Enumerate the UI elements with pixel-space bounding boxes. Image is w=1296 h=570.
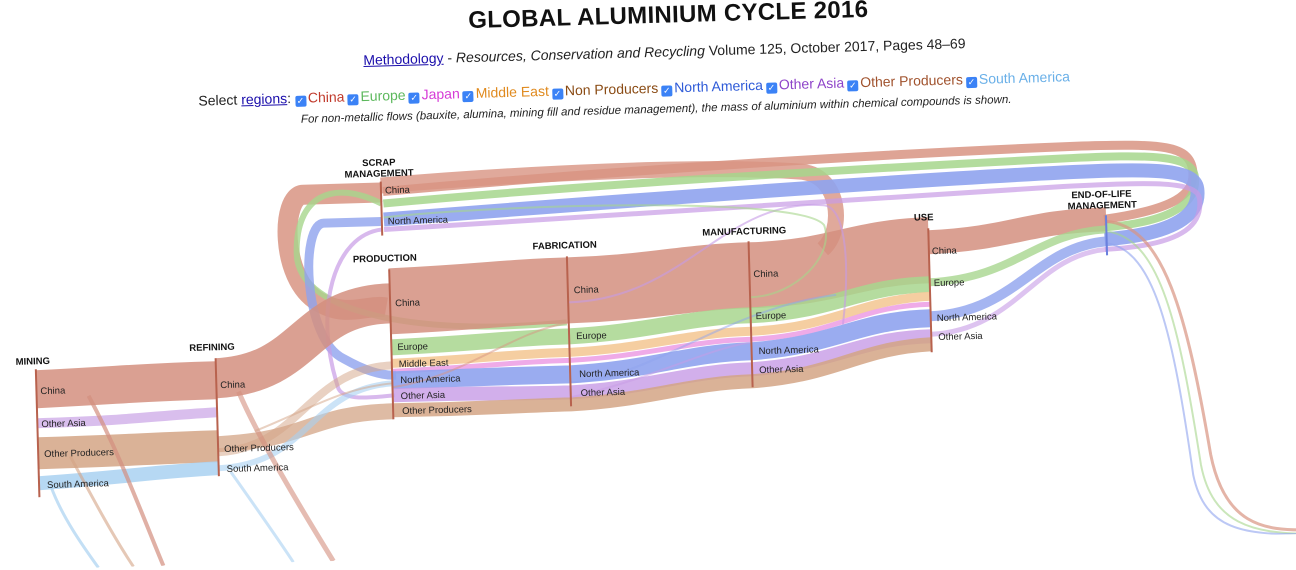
node-production-northamerica: North America bbox=[400, 373, 461, 386]
node-mining-southamerica: South America bbox=[47, 478, 110, 491]
stage-manufacturing-label: MANUFACTURING bbox=[702, 225, 786, 238]
node-fabrication-europe: Europe bbox=[576, 330, 607, 342]
node-mining-otherproducers: Other Producers bbox=[44, 447, 114, 460]
node-production-otherasia: Other Asia bbox=[401, 390, 446, 402]
node-use-europe: Europe bbox=[934, 277, 965, 289]
node-manufacturing-otherasia: Other Asia bbox=[759, 364, 804, 376]
node-manufacturing-china: China bbox=[753, 268, 779, 280]
node-manufacturing-northamerica: North America bbox=[758, 344, 819, 357]
flow-down-5 bbox=[229, 470, 295, 563]
stage-eol-label-line2: MANAGEMENT bbox=[1068, 199, 1138, 212]
stage-scrap-label-line2: MANAGEMENT bbox=[344, 168, 414, 181]
node-refining-china: China bbox=[220, 379, 246, 391]
stage-fabrication-label: FABRICATION bbox=[532, 240, 597, 253]
node-fabrication-china: China bbox=[574, 284, 600, 296]
node-production-europe: Europe bbox=[397, 341, 428, 353]
node-scrap-northamerica: North America bbox=[388, 215, 449, 228]
stage-production-label: PRODUCTION bbox=[353, 253, 417, 266]
node-fabrication-northamerica: North America bbox=[579, 367, 640, 380]
node-production-china: China bbox=[395, 297, 421, 309]
stage-mining-label: MINING bbox=[15, 356, 50, 368]
page: GLOBAL ALUMINIUM CYCLE 2016 Methodology … bbox=[0, 0, 1296, 570]
node-fabrication-otherasia: Other Asia bbox=[581, 387, 626, 399]
node-refining-otherproducers: Other Producers bbox=[224, 442, 294, 455]
flow-eol-exit-1 bbox=[1106, 219, 1296, 532]
node-mining-china: China bbox=[40, 385, 66, 397]
flow-eol-exit-2 bbox=[1106, 230, 1296, 535]
node-use-china: China bbox=[932, 245, 958, 257]
node-use-northamerica: North America bbox=[937, 311, 998, 324]
node-production-middleeast: Middle East bbox=[399, 358, 449, 370]
node-mining-otherasia: Other Asia bbox=[41, 418, 86, 430]
node-use-otherasia: Other Asia bbox=[938, 331, 983, 343]
sankey-diagram: MINING REFINING SCRAP MANAGEMENT PRODUCT… bbox=[15, 140, 1296, 569]
flow-eol-exit-3 bbox=[1106, 242, 1296, 536]
stage-refining-label: REFINING bbox=[189, 342, 235, 354]
node-refining-southamerica: South America bbox=[227, 462, 290, 475]
node-scrap-china: China bbox=[385, 185, 411, 197]
stage-use-label: USE bbox=[914, 212, 934, 224]
node-production-otherproducers: Other Producers bbox=[402, 404, 472, 417]
node-manufacturing-europe: Europe bbox=[755, 310, 786, 322]
